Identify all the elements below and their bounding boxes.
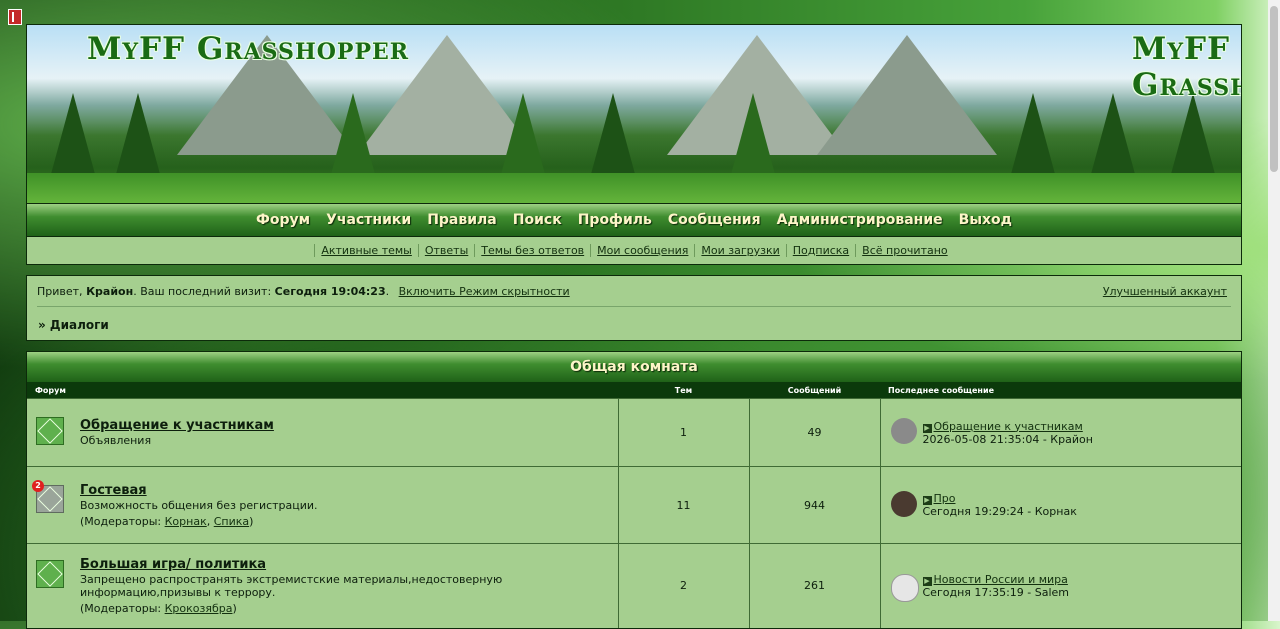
last-post-cell: ▶ Обращение к участникам 2026-05-08 21:35… [880, 398, 1241, 467]
nav-forum[interactable]: Форум [256, 212, 310, 228]
col-posts: Сообщений [749, 382, 880, 399]
nav-members[interactable]: Участники [326, 212, 411, 228]
avatar[interactable] [890, 574, 919, 602]
col-last-post: Последнее сообщение [880, 382, 1241, 399]
avatar[interactable] [890, 418, 917, 444]
ground-graphic [27, 173, 1241, 203]
topics-count: 11 [618, 466, 750, 544]
moderator-link[interactable]: Спика [214, 515, 249, 528]
site-logo: MyFF Grasshopper [1132, 31, 1241, 103]
nav-profile[interactable]: Профиль [578, 212, 652, 228]
forum-cell: Большая игра/ политика Запрещено распрос… [27, 543, 619, 628]
sub-nav: Активные темы Ответы Темы без ответов Мо… [26, 237, 1242, 265]
subnav-replies[interactable]: Ответы [417, 244, 474, 257]
forum-description: Запрещено распространять экстремистские … [80, 572, 503, 599]
subnav-active-topics[interactable]: Активные темы [314, 244, 418, 257]
topics-count: 2 [618, 543, 750, 628]
forum-link[interactable]: Гостевая [80, 483, 610, 498]
greeting-label: Привет, [37, 285, 87, 298]
forum-link[interactable]: Большая игра/ политика [80, 557, 590, 572]
premium-account-link[interactable]: Улучшенный аккаунт [1103, 285, 1227, 298]
user-info-box: Привет, Крайон. Ваш последний визит: Сег… [26, 275, 1242, 341]
username: Крайон [86, 285, 134, 298]
subnav-mark-read[interactable]: Всё прочитано [855, 244, 953, 257]
last-post-link[interactable]: Новости России и мира [934, 573, 1068, 586]
forum-cell: Обращение к участникам Объявления [27, 398, 619, 467]
subnav-unanswered[interactable]: Темы без ответов [474, 244, 590, 257]
nav-rules[interactable]: Правила [427, 212, 497, 228]
subnav-my-uploads[interactable]: Мои загрузки [694, 244, 785, 257]
category-block: Общая комната Форум Тем Сообщений Послед… [26, 351, 1242, 629]
flag-icon[interactable] [8, 9, 22, 25]
nav-messages[interactable]: Сообщения [668, 212, 761, 228]
mountain-graphic [817, 35, 997, 155]
forum-description: Объявления [80, 434, 152, 447]
last-visit-label: . Ваш последний визит: [133, 285, 275, 298]
main-nav: Форум Участники Правила Поиск Профиль Со… [26, 204, 1242, 237]
scrollbar-thumb[interactable] [1270, 6, 1278, 172]
forum-cell: 2 Гостевая Возможность общения без регис… [27, 466, 619, 544]
site-header-banner: MyFF Grasshopper MyFF Grasshopper [26, 24, 1242, 204]
last-post-meta: 2026-05-08 21:35:04 - Крайон [922, 432, 1093, 446]
unread-count-badge: 2 [32, 480, 44, 492]
site-logo: MyFF Grasshopper [87, 31, 410, 67]
nav-search[interactable]: Поиск [513, 212, 562, 228]
last-visit-time: Сегодня 19:04:23 [274, 285, 386, 298]
table-row: Обращение к участникам Объявления 1 49 ▶… [27, 398, 1241, 467]
moderator-link[interactable]: Крокозябра [165, 602, 233, 615]
forum-link[interactable]: Обращение к участникам [80, 418, 610, 433]
forum-status-icon [36, 560, 64, 588]
posts-count: 49 [749, 398, 881, 467]
welcome-text: Привет, Крайон. Ваш последний визит: Сег… [37, 285, 570, 298]
breadcrumb[interactable]: » Диалоги [38, 318, 109, 332]
category-title[interactable]: Общая комната [27, 352, 1241, 382]
table-row: 2 Гостевая Возможность общения без регис… [27, 466, 1241, 544]
arrow-right-icon[interactable]: ▶ [922, 423, 932, 433]
last-post-link[interactable]: Обращение к участникам [934, 420, 1083, 433]
table-header-row: Форум Тем Сообщений Последнее сообщение [27, 382, 1241, 399]
forum-status-icon [36, 417, 64, 445]
last-post-meta: Сегодня 19:29:24 - Корнак [922, 505, 1077, 518]
table-row: Большая игра/ политика Запрещено распрос… [27, 543, 1241, 628]
subnav-my-posts[interactable]: Мои сообщения [590, 244, 694, 257]
moderators-label: (Модераторы: [80, 514, 165, 528]
arrow-right-icon[interactable]: ▶ [922, 576, 932, 586]
forum-description: Возможность общения без регистрации. [80, 498, 318, 512]
moderators-label: (Модераторы: [80, 601, 165, 615]
moderator-link[interactable]: Корнак [165, 515, 207, 528]
last-post-link[interactable]: Про [934, 492, 956, 505]
forum-page: MyFF Grasshopper MyFF Grasshopper Форум … [26, 24, 1242, 629]
topics-count: 1 [618, 398, 750, 467]
posts-count: 261 [749, 543, 881, 628]
subnav-subscriptions[interactable]: Подписка [785, 244, 855, 257]
moderators: (Модераторы: Крокозябра) [80, 601, 237, 615]
nav-logout[interactable]: Выход [959, 212, 1012, 228]
divider [37, 306, 1231, 307]
last-post-cell: ▶ Про Сегодня 19:29:24 - Корнак [880, 466, 1241, 544]
arrow-right-icon[interactable]: ▶ [922, 496, 932, 505]
col-forum: Форум [27, 382, 618, 399]
forum-status-icon: 2 [32, 480, 64, 513]
col-topics: Тем [618, 382, 749, 399]
avatar[interactable] [890, 491, 917, 517]
forum-table: Форум Тем Сообщений Последнее сообщение … [27, 382, 1241, 628]
last-post-cell: ▶ Новости России и мира Сегодня 17:35:19 … [880, 543, 1241, 628]
last-post-meta: Сегодня 17:35:19 - Salem [922, 585, 1070, 599]
scrollbar[interactable] [1268, 0, 1280, 621]
moderators: (Модераторы: Корнак, Спика) [80, 514, 254, 528]
posts-count: 944 [749, 466, 881, 544]
hidden-mode-link[interactable]: Включить Режим скрытности [399, 285, 570, 298]
nav-admin[interactable]: Администрирование [777, 212, 943, 228]
